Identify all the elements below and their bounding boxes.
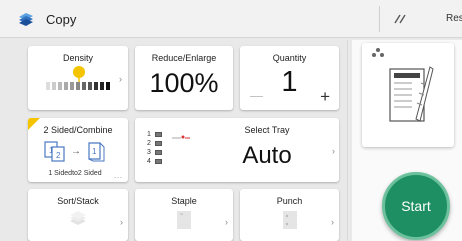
reduce-enlarge-label: Reduce/Enlarge <box>151 53 217 63</box>
clear-settings-icon[interactable] <box>387 8 413 30</box>
svg-text:→: → <box>71 146 81 157</box>
sort-stack-tile[interactable]: Sort/Stack › <box>28 189 128 241</box>
chevron-right-icon: › <box>331 217 334 227</box>
svg-text:1: 1 <box>92 147 97 156</box>
two-sided-combine-value: 1 Sidedto2 Sided <box>48 170 102 177</box>
one-to-two-sided-icon: 1 2 → 1 <box>44 141 105 162</box>
app-title: Copy <box>46 12 77 27</box>
reduce-enlarge-tile[interactable]: Reduce/Enlarge 100% <box>135 46 233 110</box>
density-scale <box>46 82 110 90</box>
select-tray-label: Select Tray <box>244 125 290 135</box>
preview-status-icon <box>372 48 384 57</box>
chevron-right-icon: › <box>332 146 335 156</box>
sort-stack-icon <box>70 211 86 225</box>
copy-app-icon <box>19 13 33 26</box>
tray-item: 1 <box>147 130 162 139</box>
quantity-increase-button[interactable]: + <box>320 87 330 107</box>
preview-card[interactable] <box>362 43 454 147</box>
more-icon: ... <box>114 173 123 180</box>
chevron-right-icon: › <box>119 74 122 84</box>
tray-item: 3 <box>147 148 162 157</box>
quantity-label: Quantity <box>272 53 307 63</box>
select-tray-value: Auto <box>242 142 292 169</box>
staple-tile[interactable]: Staple › <box>135 189 233 241</box>
sort-stack-label: Sort/Stack <box>57 196 99 206</box>
density-label: Density <box>62 53 93 63</box>
reduce-enlarge-value: 100% <box>149 68 219 98</box>
two-sided-combine-label: 2 Sided/Combine <box>43 125 113 135</box>
paper-tray-icon <box>172 135 190 139</box>
panel-divider <box>347 40 348 241</box>
chevron-right-icon: › <box>120 217 123 227</box>
tray-list: 1 2 3 4 <box>147 130 162 166</box>
punch-label: Punch <box>276 196 303 206</box>
two-sided-combine-tile[interactable]: 2 Sided/Combine 1 2 → 1 1 Sidedto2 Sided… <box>28 118 128 182</box>
chevron-right-icon: › <box>225 217 228 227</box>
reset-button[interactable]: Reset <box>446 13 462 24</box>
quantity-decrease-button[interactable]: — <box>250 88 263 103</box>
start-label: Start <box>401 198 431 214</box>
header-divider <box>379 6 380 32</box>
svg-text:2: 2 <box>56 151 61 160</box>
punch-icon <box>283 211 297 229</box>
staple-icon <box>177 211 191 229</box>
start-button[interactable]: Start <box>382 172 450 240</box>
document-preview-icon <box>389 66 434 122</box>
density-tile[interactable]: Density › <box>28 46 128 110</box>
tray-item: 4 <box>147 157 162 166</box>
quantity-tile[interactable]: Quantity 1 — + <box>240 46 339 110</box>
tray-item: 2 <box>147 139 162 148</box>
staple-label: Staple <box>171 196 197 206</box>
select-tray-tile[interactable]: 1 2 3 4 Select Tray Auto › <box>135 118 339 182</box>
punch-tile[interactable]: Punch › <box>240 189 339 241</box>
top-bar: Copy Reset <box>0 0 462 38</box>
density-marker-icon <box>73 66 85 82</box>
